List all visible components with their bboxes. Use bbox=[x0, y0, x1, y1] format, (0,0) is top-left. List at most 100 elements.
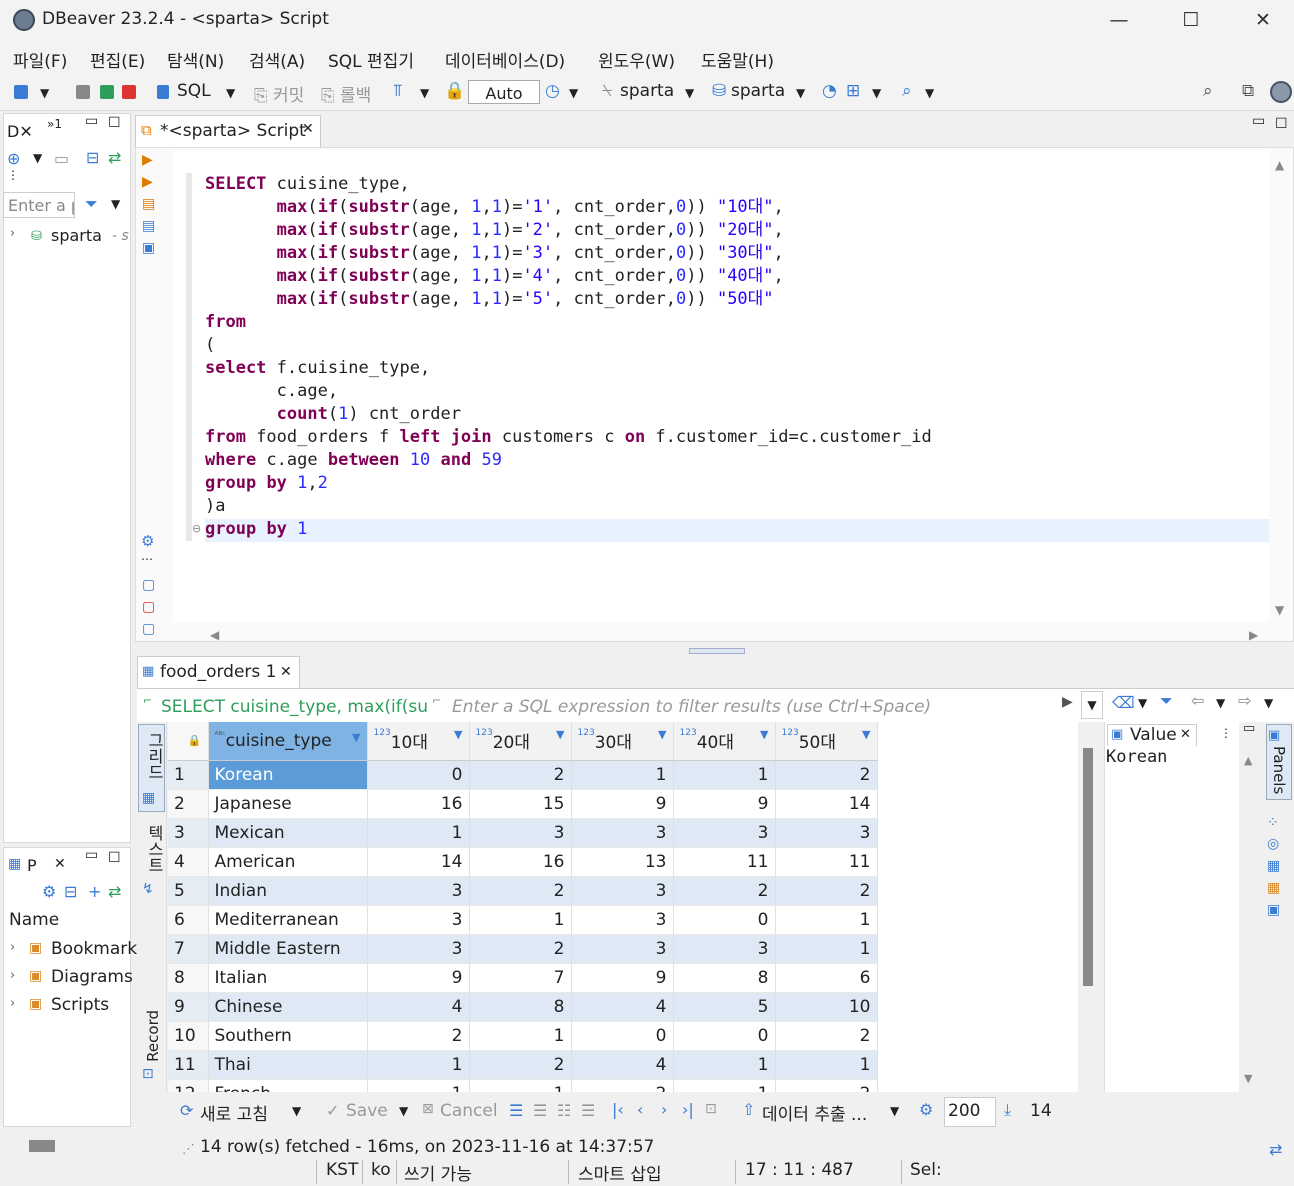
chevron-down-icon[interactable]: ▼ bbox=[796, 86, 805, 100]
sort-icon[interactable]: ▼ bbox=[658, 728, 666, 741]
tree-item-sparta[interactable]: sparta bbox=[51, 226, 102, 245]
format-icon[interactable]: ▢ bbox=[142, 621, 155, 637]
row-number[interactable]: 11 bbox=[168, 1050, 209, 1080]
column-header-20s[interactable]: 12320대 ▼ bbox=[469, 722, 572, 761]
cell-value[interactable]: 3 bbox=[571, 818, 674, 848]
cancel-button[interactable]: Cancel bbox=[440, 1101, 498, 1121]
cell-cuisine-type[interactable]: Thai bbox=[208, 1050, 368, 1080]
sash-handle[interactable] bbox=[689, 648, 745, 654]
table-row[interactable]: 9 Chinese 4 8 4 5 10 bbox=[168, 992, 878, 1022]
menu-help[interactable]: 도움말(H) bbox=[701, 47, 774, 72]
sql-code[interactable]: SELECT cuisine_type, max(if(substr(age, … bbox=[205, 173, 932, 541]
cell-value[interactable]: 3 bbox=[571, 876, 674, 906]
navigator-filter-input[interactable]: Enter a p bbox=[3, 192, 75, 218]
cell-value[interactable]: 1 bbox=[469, 1079, 572, 1092]
sort-icon[interactable]: ▼ bbox=[352, 731, 360, 744]
row-number[interactable]: 10 bbox=[168, 1021, 209, 1051]
row-number[interactable]: 7 bbox=[168, 934, 209, 964]
cell-value[interactable]: 2 bbox=[775, 876, 878, 906]
first-page-icon[interactable]: |‹ bbox=[612, 1100, 624, 1119]
cell-value[interactable]: 3 bbox=[571, 934, 674, 964]
cell-value[interactable]: 2 bbox=[775, 1021, 878, 1051]
cell-value[interactable]: 8 bbox=[469, 992, 572, 1022]
minimize-panel-icon[interactable]: ▭ bbox=[85, 847, 98, 863]
tab-projects[interactable]: P bbox=[27, 856, 37, 875]
execute-in-new-tab-icon[interactable]: ▶ bbox=[142, 174, 153, 190]
chevron-down-icon[interactable]: ▼ bbox=[40, 86, 49, 100]
delete-row-icon[interactable]: ☰ bbox=[581, 1101, 595, 1120]
forward-icon[interactable]: ⇨ bbox=[1238, 691, 1251, 710]
table-row[interactable]: 11 Thai 1 2 4 1 1 bbox=[168, 1050, 878, 1080]
refresh-icon[interactable]: ⟳ bbox=[180, 1101, 193, 1120]
active-connection[interactable]: sparta bbox=[620, 81, 674, 101]
cell-value[interactable]: 0 bbox=[367, 760, 470, 790]
expand-icon[interactable]: › bbox=[10, 996, 15, 1011]
chevron-down-icon[interactable]: ▼ bbox=[890, 1104, 899, 1118]
row-number[interactable]: 5 bbox=[168, 876, 209, 906]
cell-value[interactable]: 1 bbox=[367, 1079, 470, 1092]
erd-icon[interactable]: ⊞ bbox=[846, 81, 860, 101]
cell-value[interactable]: 7 bbox=[469, 963, 572, 993]
cell-value[interactable]: 2 bbox=[673, 876, 776, 906]
chevron-down-icon[interactable]: ▼ bbox=[111, 197, 120, 211]
close-icon[interactable]: ✕ bbox=[280, 664, 292, 680]
menu-file[interactable]: 파일(F) bbox=[13, 47, 67, 72]
menu-sql-editor[interactable]: SQL 편집기 bbox=[328, 47, 414, 72]
cell-value[interactable]: 1 bbox=[367, 818, 470, 848]
cell-value[interactable]: 1 bbox=[673, 1050, 776, 1080]
cell-value[interactable]: 1 bbox=[673, 1079, 776, 1092]
value-text[interactable]: Korean bbox=[1106, 747, 1167, 767]
cell-value[interactable]: 2 bbox=[571, 1079, 674, 1092]
apply-filter-icon[interactable]: ▶ bbox=[1062, 694, 1073, 710]
close-button[interactable]: ✕ bbox=[1243, 4, 1283, 36]
cell-value[interactable]: 8 bbox=[673, 963, 776, 993]
fold-icon[interactable]: ⊖ bbox=[192, 522, 201, 535]
new-connection-icon[interactable] bbox=[14, 84, 28, 103]
dbeaver-perspective-icon[interactable] bbox=[1270, 81, 1292, 103]
cell-value[interactable]: 9 bbox=[571, 789, 674, 819]
gear-icon[interactable]: ⚙ bbox=[919, 1100, 933, 1119]
expand-icon[interactable]: › bbox=[10, 940, 15, 955]
menu-search[interactable]: 검색(A) bbox=[249, 47, 305, 72]
export-icon[interactable]: ▢ bbox=[142, 577, 155, 593]
cell-cuisine-type[interactable]: Italian bbox=[208, 963, 368, 993]
scroll-left-icon[interactable]: ◀ bbox=[210, 628, 219, 642]
cell-value[interactable]: 4 bbox=[571, 1050, 674, 1080]
table-row[interactable]: 4 American 14 16 13 11 11 bbox=[168, 847, 878, 877]
value-viewer-icon[interactable]: ▣ bbox=[1267, 902, 1280, 918]
cell-value[interactable]: 1 bbox=[673, 760, 776, 790]
cancel-icon[interactable]: ⊠ bbox=[422, 1101, 434, 1117]
cell-value[interactable]: 4 bbox=[367, 992, 470, 1022]
cell-value[interactable]: 1 bbox=[571, 760, 674, 790]
search-icon[interactable]: ⌕ bbox=[902, 81, 912, 101]
maximize-panel-icon[interactable]: ☐ bbox=[108, 115, 121, 131]
menu-database[interactable]: 데이터베이스(D) bbox=[445, 47, 565, 72]
disconnect-icon[interactable] bbox=[122, 84, 136, 103]
row-number[interactable]: 12 bbox=[168, 1079, 209, 1092]
cell-value[interactable]: 0 bbox=[571, 1021, 674, 1051]
cell-value[interactable]: 11 bbox=[673, 847, 776, 877]
table-row[interactable]: 8 Italian 9 7 9 8 6 bbox=[168, 963, 878, 993]
cell-value[interactable]: 3 bbox=[571, 905, 674, 935]
chevron-down-icon[interactable]: ▼ bbox=[420, 86, 429, 100]
scroll-up-icon[interactable]: ▲ bbox=[1244, 754, 1252, 767]
sort-icon[interactable]: ▼ bbox=[556, 728, 564, 741]
more-icon[interactable]: ⋮ bbox=[1220, 726, 1232, 740]
column-header-30s[interactable]: 12330대 ▼ bbox=[571, 722, 674, 761]
expand-icon[interactable]: › bbox=[10, 226, 15, 241]
tab-record[interactable]: Record bbox=[144, 1010, 162, 1062]
back-icon[interactable]: ⇦ bbox=[1191, 691, 1204, 710]
cell-value[interactable]: 14 bbox=[775, 789, 878, 819]
row-number[interactable]: 4 bbox=[168, 847, 209, 877]
lock-icon[interactable]: 🔒 bbox=[444, 81, 465, 101]
cell-value[interactable]: 2 bbox=[469, 1050, 572, 1080]
save-icon[interactable]: ✓ bbox=[326, 1101, 339, 1120]
cell-value[interactable]: 3 bbox=[673, 818, 776, 848]
cell-value[interactable]: 1 bbox=[469, 1021, 572, 1051]
cell-cuisine-type[interactable]: Mexican bbox=[208, 818, 368, 848]
close-icon[interactable]: ✕ bbox=[1180, 727, 1191, 742]
cell-value[interactable]: 2 bbox=[469, 876, 572, 906]
row-number[interactable]: 9 bbox=[168, 992, 209, 1022]
menu-edit[interactable]: 편집(E) bbox=[90, 47, 145, 72]
column-header-40s[interactable]: 12340대 ▼ bbox=[673, 722, 776, 761]
